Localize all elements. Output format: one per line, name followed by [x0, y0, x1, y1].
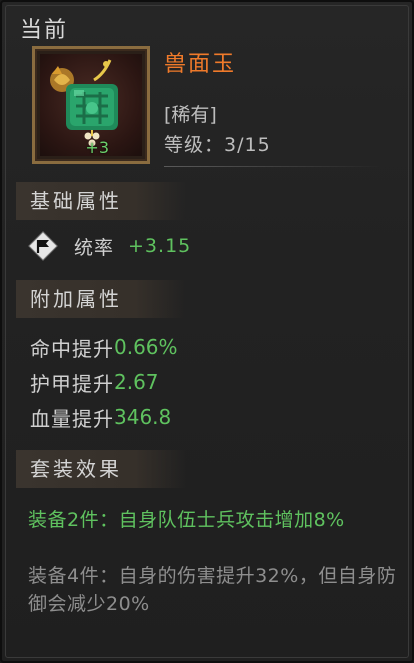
- attribute-label: 血量提升: [30, 406, 114, 431]
- attribute-value: 2.67: [114, 370, 159, 394]
- attribute-value: 346.8: [114, 405, 172, 429]
- base-attribute-row: 统率 +3.15: [28, 230, 191, 262]
- jade-block: [66, 84, 118, 130]
- set-effect-inactive: 装备4件：自身的伤害提升32%，但自身防御会减少20%: [28, 565, 397, 615]
- item-rarity: [稀有]: [164, 104, 217, 126]
- attribute-label: 命中提升: [30, 336, 114, 361]
- extra-attribute-row: 命中提升 0.66%: [30, 332, 178, 362]
- extra-attribute-row: 血量提升 346.8: [30, 402, 171, 432]
- flag-icon: [28, 231, 58, 261]
- section-extra-attributes: 附加属性: [16, 280, 186, 318]
- enhance-level: +3: [85, 138, 109, 157]
- equipment-tooltip-panel: 当前 +3 兽面玉 [稀有] 等级：3/15 基础属性 统率 +3.15 附加属…: [0, 0, 414, 663]
- item-name: 兽面玉: [164, 52, 237, 77]
- base-attribute-label: 统率: [74, 236, 115, 259]
- current-label: 当前: [20, 18, 69, 43]
- base-attribute-value: +3.15: [128, 235, 192, 257]
- item-icon-frame[interactable]: +3: [32, 46, 150, 164]
- section-set-effects: 套装效果: [16, 450, 186, 488]
- divider: [164, 166, 384, 167]
- set-effect-active: 装备2件：自身队伍士兵攻击增加8%: [28, 509, 345, 531]
- attribute-label: 护甲提升: [30, 371, 114, 396]
- attribute-value: 0.66%: [114, 335, 178, 359]
- item-level: 等级：3/15: [164, 134, 271, 156]
- extra-attribute-row: 护甲提升 2.67: [30, 367, 159, 397]
- section-base-attributes: 基础属性: [16, 182, 186, 220]
